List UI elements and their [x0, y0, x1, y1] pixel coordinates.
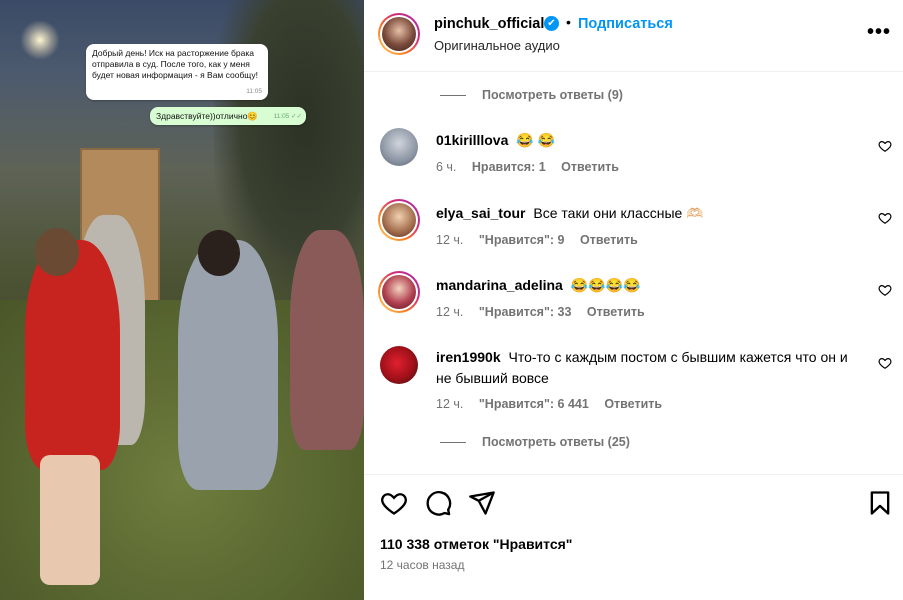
- chat-message-text: Добрый день! Иск на расторжение брака от…: [92, 48, 259, 80]
- person-3: [178, 230, 278, 490]
- reply-button[interactable]: Ответить: [587, 305, 645, 319]
- commenter-avatar[interactable]: [378, 271, 420, 313]
- comment-text: 😂😂😂😂: [570, 277, 641, 293]
- comment-body: mandarina_adelina 😂😂😂😂: [436, 275, 856, 296]
- share-icon[interactable]: [468, 489, 496, 517]
- author-avatar[interactable]: [378, 13, 420, 55]
- post-header: pinchuk_official ✔ • Подписаться Оригина…: [364, 0, 903, 72]
- post-time[interactable]: 12 часов назад: [380, 558, 464, 572]
- comment-time[interactable]: 6 ч.: [436, 160, 456, 174]
- post-sidebar: pinchuk_official ✔ • Подписаться Оригина…: [364, 0, 903, 600]
- commenter-username[interactable]: 01kirilllova: [436, 132, 508, 148]
- bookmark-icon[interactable]: [866, 489, 894, 517]
- comment-likes[interactable]: "Нравится": 9: [479, 233, 565, 247]
- divider-line: [440, 95, 466, 97]
- audio-link[interactable]: Оригинальное аудио: [434, 38, 560, 53]
- chat-message-time: 11:05 ✓✓: [273, 113, 302, 120]
- like-heart-icon[interactable]: [878, 211, 892, 225]
- reply-button[interactable]: Ответить: [580, 233, 638, 247]
- comment-meta: 12 ч. "Нравится": 9 Ответить: [436, 233, 650, 247]
- comment-text: Все таки они классные 🫶🏻: [533, 205, 704, 221]
- comment-text: 😂 😂: [516, 132, 556, 148]
- follow-button[interactable]: Подписаться: [578, 16, 673, 32]
- divider-line: [440, 442, 466, 444]
- chat-message-time: 11:05: [246, 88, 262, 95]
- comment-body: 01kirilllova 😂 😂: [436, 130, 856, 151]
- person-1: [25, 228, 120, 585]
- commenter-avatar[interactable]: [380, 346, 418, 384]
- likes-count[interactable]: 110 338 отметок "Нравится": [380, 536, 572, 552]
- street-light: [20, 20, 60, 60]
- verified-badge-icon: ✔: [544, 16, 559, 31]
- view-replies-label: Посмотреть ответы (9): [482, 88, 623, 102]
- comment-meta: 12 ч. "Нравится": 6 441 Ответить: [436, 397, 674, 411]
- post-actions: 110 338 отметок "Нравится" 12 часов наза…: [364, 474, 903, 600]
- separator-dot: •: [566, 14, 571, 30]
- comment-time[interactable]: 12 ч.: [436, 397, 463, 411]
- comment-body: elya_sai_tour Все таки они классные 🫶🏻: [436, 203, 856, 224]
- view-replies-button[interactable]: Посмотреть ответы (9): [440, 88, 623, 102]
- legs: [40, 455, 100, 585]
- comment-likes[interactable]: "Нравится": 6 441: [479, 397, 589, 411]
- comment-likes[interactable]: "Нравится": 33: [479, 305, 572, 319]
- commenter-username[interactable]: mandarina_adelina: [436, 277, 563, 293]
- comment-icon[interactable]: [424, 489, 452, 517]
- comment-meta: 12 ч. "Нравится": 33 Ответить: [436, 305, 657, 319]
- like-heart-icon[interactable]: [380, 489, 408, 517]
- reply-button[interactable]: Ответить: [604, 397, 662, 411]
- comment-time[interactable]: 12 ч.: [436, 233, 463, 247]
- comment-body: iren1990k Что-то с каждым постом с бывши…: [436, 347, 856, 389]
- post-media[interactable]: Добрый день! Иск на расторжение брака от…: [0, 0, 364, 600]
- comment-likes[interactable]: Нравится: 1: [472, 160, 546, 174]
- view-replies-label: Посмотреть ответы (25): [482, 435, 630, 449]
- head: [198, 230, 240, 276]
- commenter-username[interactable]: elya_sai_tour: [436, 205, 526, 221]
- author-username[interactable]: pinchuk_official: [434, 16, 544, 32]
- like-heart-icon[interactable]: [878, 356, 892, 370]
- commenter-username[interactable]: iren1990k: [436, 349, 501, 365]
- comment-meta: 6 ч. Нравится: 1 Ответить: [436, 160, 631, 174]
- chat-bubble-outgoing: Здравствуйте))отлично😊 11:05 ✓✓: [150, 107, 306, 125]
- chat-message-text: Здравствуйте))отлично😊: [156, 111, 259, 121]
- commenter-avatar[interactable]: [378, 199, 420, 241]
- reply-button[interactable]: Ответить: [561, 160, 619, 174]
- chat-bubble-incoming: Добрый день! Иск на расторжение брака от…: [86, 44, 268, 100]
- more-options-icon[interactable]: •••: [867, 22, 891, 42]
- like-heart-icon[interactable]: [878, 139, 892, 153]
- person-4: [290, 230, 364, 450]
- commenter-avatar[interactable]: [380, 128, 418, 166]
- comment-time[interactable]: 12 ч.: [436, 305, 463, 319]
- like-heart-icon[interactable]: [878, 283, 892, 297]
- view-replies-button[interactable]: Посмотреть ответы (25): [440, 435, 630, 449]
- head: [35, 228, 79, 276]
